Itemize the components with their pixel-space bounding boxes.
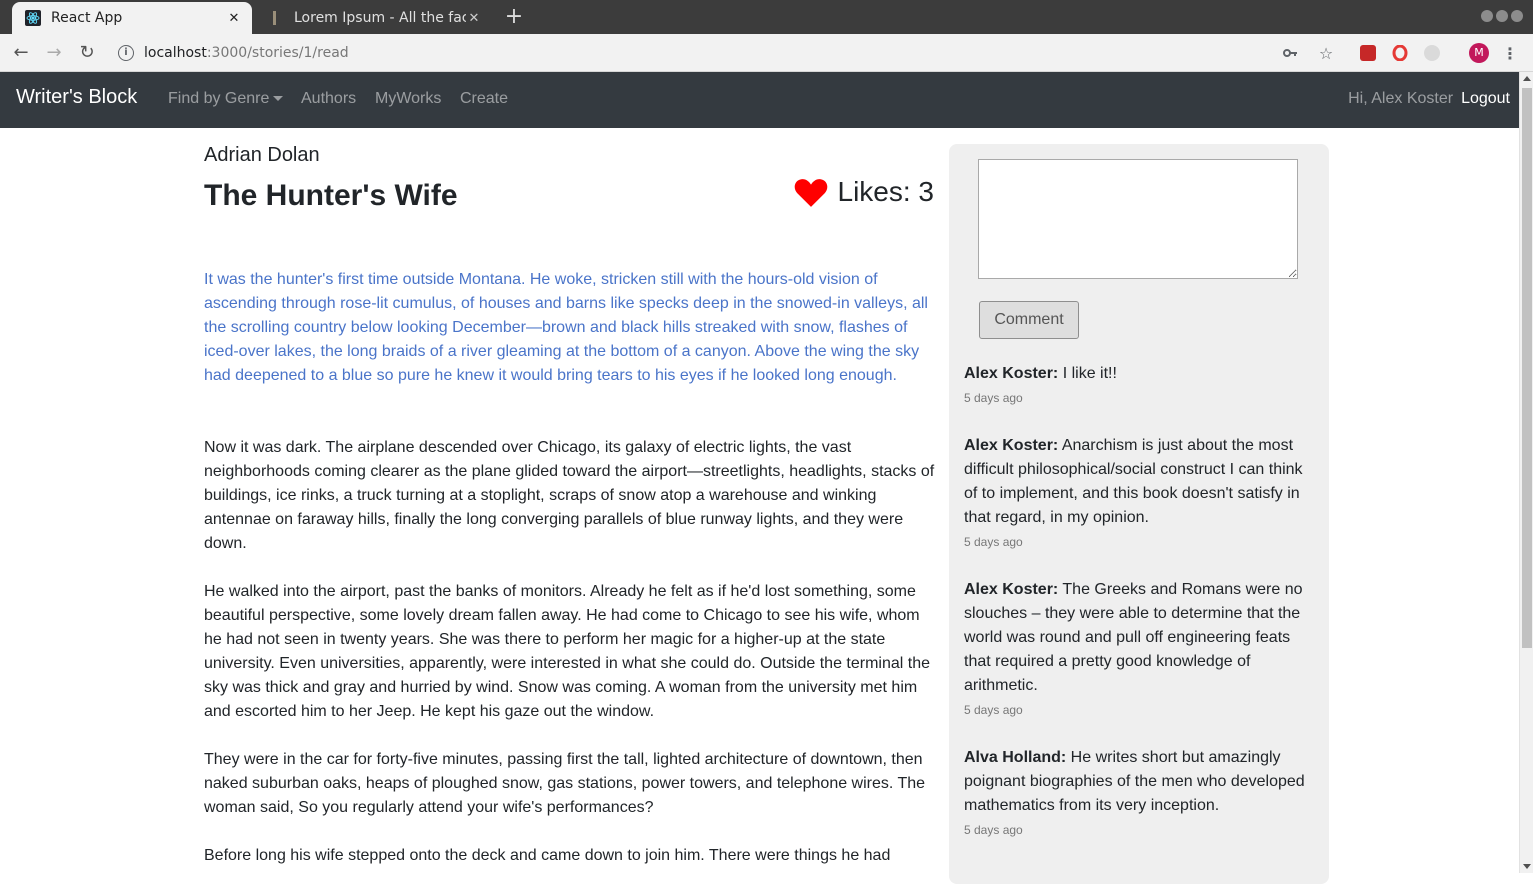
scroll-down-icon[interactable]	[1523, 864, 1531, 869]
comment-timestamp: 5 days ago	[964, 535, 1023, 549]
likes-count: Likes: 3	[837, 176, 935, 207]
comment-button[interactable]: Comment	[979, 301, 1079, 339]
comment-text: I like it!!	[1058, 365, 1117, 382]
user-greeting: Hi, Alex Koster	[1348, 90, 1454, 107]
nav-authors[interactable]: Authors	[301, 90, 356, 108]
maximize-icon[interactable]	[1496, 10, 1508, 22]
browser-toolbar: ← → ↻ i localhost:3000/stories/1/read ☆ …	[0, 34, 1533, 72]
scroll-up-icon[interactable]	[1523, 76, 1531, 81]
story-paragraph: It was the hunter's first time outside M…	[204, 271, 928, 384]
tab-react-app[interactable]: React App ✕	[12, 2, 252, 34]
browser-tab-strip: React App ✕ Lorem Ipsum - All the facts …	[0, 0, 1533, 34]
tab-lorem-ipsum[interactable]: Lorem Ipsum - All the facts ✕	[256, 2, 492, 34]
comments-panel: Comment Alex Koster: I like it!! 5 days …	[949, 144, 1329, 884]
comment-item: Alex Koster: I like it!! 5 days ago	[964, 362, 1314, 406]
info-icon[interactable]: i	[118, 45, 134, 61]
extension-disabled-icon[interactable]	[1422, 42, 1442, 64]
comment-item: Alex Koster: Anarchism is just about the…	[964, 434, 1314, 550]
forward-icon[interactable]: →	[42, 42, 66, 64]
comment-author[interactable]: Alex Koster:	[964, 365, 1058, 382]
comment-author[interactable]: Alex Koster:	[964, 581, 1058, 598]
comment-item: Alex Koster: The Greeks and Romans were …	[964, 578, 1314, 718]
story-title: The Hunter's Wife	[204, 179, 458, 212]
close-window-icon[interactable]	[1511, 10, 1523, 22]
opera-icon[interactable]	[1390, 42, 1410, 64]
app-navbar: Writer's Block Find by Genre Authors MyW…	[0, 72, 1519, 128]
comment-input[interactable]	[978, 159, 1298, 279]
page-scrollbar[interactable]	[1519, 72, 1533, 873]
url-text: localhost:3000/stories/1/read	[144, 45, 349, 61]
address-bar[interactable]: i localhost:3000/stories/1/read	[112, 39, 1352, 67]
key-icon[interactable]	[1280, 42, 1300, 64]
brand-logo[interactable]: Writer's Block	[16, 86, 137, 109]
close-icon[interactable]: ✕	[466, 11, 482, 26]
story-paragraph: Now it was dark. The airplane descended …	[204, 439, 935, 552]
scrollbar-thumb[interactable]	[1522, 88, 1532, 648]
comment-timestamp: 5 days ago	[964, 391, 1023, 405]
tab-title: React App	[51, 10, 123, 26]
close-icon[interactable]: ✕	[226, 11, 242, 26]
nav-create[interactable]: Create	[460, 90, 508, 108]
comment-author[interactable]: Alex Koster:	[964, 437, 1058, 454]
window-controls	[1481, 10, 1523, 22]
minimize-icon[interactable]	[1481, 10, 1493, 22]
logout-link[interactable]: Logout	[1461, 90, 1510, 108]
caret-down-icon	[273, 96, 284, 102]
story-paragraph: He walked into the airport, past the ban…	[204, 583, 931, 720]
nav-find-by-genre[interactable]: Find by Genre	[168, 90, 284, 108]
nav-user-area: Hi, Alex Koster Logout	[1348, 90, 1510, 108]
comment-timestamp: 5 days ago	[964, 703, 1023, 717]
story-author[interactable]: Adrian Dolan	[204, 144, 320, 167]
story-paragraph: They were in the car for forty-five minu…	[204, 751, 926, 816]
comment-timestamp: 5 days ago	[964, 823, 1023, 837]
reload-icon[interactable]: ↻	[75, 42, 99, 64]
comment-item: Alva Holland: He writes short but amazin…	[964, 746, 1314, 838]
likes-area: Likes: 3	[794, 176, 935, 208]
profile-avatar[interactable]: M	[1468, 42, 1490, 64]
react-icon	[25, 10, 41, 26]
nav-myworks[interactable]: MyWorks	[375, 90, 441, 108]
menu-icon[interactable]: ⋮	[1500, 42, 1520, 64]
new-tab-icon[interactable]: +	[502, 5, 526, 29]
back-icon[interactable]: ←	[9, 42, 33, 64]
document-icon	[268, 10, 284, 26]
story-paragraph: Before long his wife stepped onto the de…	[204, 847, 891, 864]
extension-icon[interactable]	[1358, 42, 1378, 64]
tab-title: Lorem Ipsum - All the facts	[294, 10, 466, 26]
heart-icon[interactable]	[794, 176, 828, 208]
bookmark-star-icon[interactable]: ☆	[1315, 42, 1337, 64]
comment-author[interactable]: Alva Holland:	[964, 749, 1066, 766]
